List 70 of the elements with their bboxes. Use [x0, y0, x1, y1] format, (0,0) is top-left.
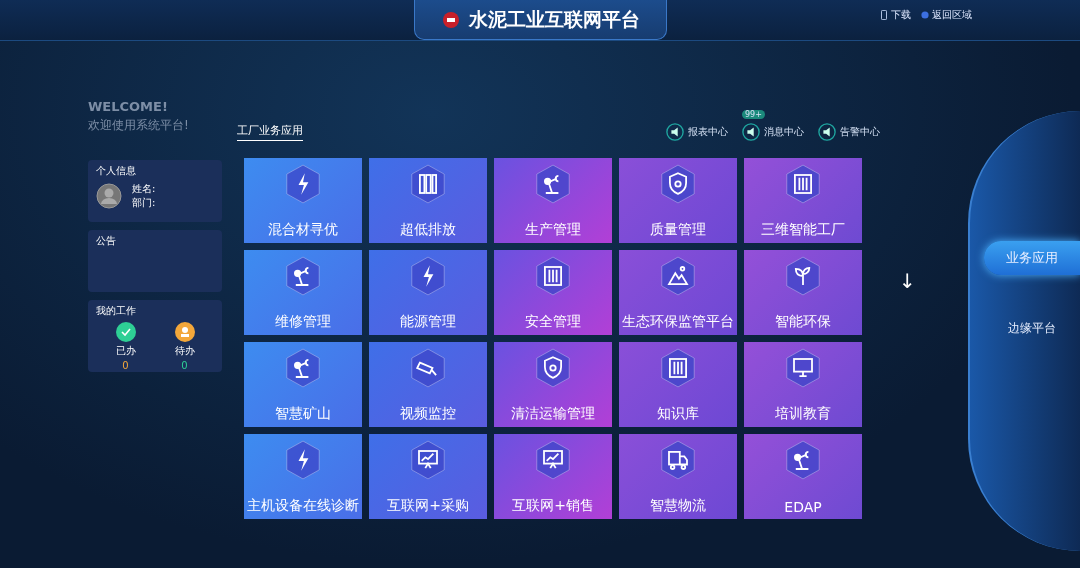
- work-count: 0: [122, 360, 129, 371]
- app-tile[interactable]: 智能环保: [744, 250, 862, 335]
- down-arrow-icon[interactable]: ↓: [899, 269, 916, 293]
- panels-icon: [410, 164, 446, 204]
- app-tile[interactable]: 视频监控: [369, 342, 487, 427]
- sprout-icon: [785, 256, 821, 296]
- megaphone-icon: [742, 123, 760, 141]
- app-tile[interactable]: 安全管理: [494, 250, 612, 335]
- lightning-icon: [410, 256, 446, 296]
- robot-arm-icon: [285, 348, 321, 388]
- sliders-icon: [535, 256, 571, 296]
- work-label: 已办: [115, 344, 136, 358]
- shield-icon: [535, 348, 571, 388]
- sliders-icon: [660, 348, 696, 388]
- app-tile[interactable]: EDAP: [744, 434, 862, 519]
- chart-board-icon: [535, 440, 571, 480]
- app-tile[interactable]: 智慧矿山: [244, 342, 362, 427]
- logo-icon: [440, 9, 461, 30]
- sliders-icon: [785, 164, 821, 204]
- app-tile[interactable]: 混合材寻优: [244, 158, 362, 243]
- card-title: 公告: [96, 234, 117, 248]
- field-label: 姓名:: [132, 182, 156, 196]
- app-tile[interactable]: 生产管理: [494, 158, 612, 243]
- app-tile[interactable]: 质量管理: [619, 158, 737, 243]
- person-icon[interactable]: [174, 322, 195, 342]
- app-tile[interactable]: 互联网+采购: [369, 434, 487, 519]
- app-tile[interactable]: 互联网+销售: [494, 434, 612, 519]
- card-title: 个人信息: [96, 164, 137, 178]
- app-tile[interactable]: 清洁运输管理: [494, 342, 612, 427]
- section-tab[interactable]: 工厂业务应用: [237, 123, 303, 141]
- side-menu-item[interactable]: 业务应用: [984, 241, 1080, 275]
- app-tile[interactable]: 智慧物流: [619, 434, 737, 519]
- chart-board-icon: [410, 440, 446, 480]
- phone-icon: [880, 10, 888, 20]
- app-tile[interactable]: 能源管理: [369, 250, 487, 335]
- avatar-icon: [96, 183, 122, 209]
- welcome-heading: WELCOME!: [88, 99, 169, 114]
- work-count: 0: [181, 360, 188, 371]
- robot-arm-icon: [535, 164, 571, 204]
- megaphone-icon: [666, 123, 684, 141]
- app-tile[interactable]: 维修管理: [244, 250, 362, 335]
- shield-icon: [660, 164, 696, 204]
- app-tile[interactable]: 生态环保监管平台: [619, 250, 737, 335]
- megaphone-icon: [818, 123, 836, 141]
- header-link[interactable]: 返回区域: [921, 8, 972, 22]
- truck-icon: [660, 440, 696, 480]
- work-label: 待办: [174, 344, 195, 358]
- app-tile[interactable]: 知识库: [619, 342, 737, 427]
- card-title: 我的工作: [96, 304, 137, 318]
- center-link[interactable]: 报表中心: [666, 123, 728, 141]
- app-tile[interactable]: 三维智能工厂: [744, 158, 862, 243]
- check-icon[interactable]: [115, 322, 136, 342]
- app-tile[interactable]: 超低排放: [369, 158, 487, 243]
- platform-title: 水泥工业互联网平台: [468, 6, 640, 32]
- robot-arm-icon: [785, 440, 821, 480]
- field-label: 部门:: [132, 196, 156, 210]
- robot-arm-icon: [285, 256, 321, 296]
- count-badge: 99+: [742, 110, 765, 119]
- app-tile[interactable]: 培训教育: [744, 342, 862, 427]
- lightning-icon: [285, 440, 321, 480]
- lightning-icon: [285, 164, 321, 204]
- welcome-subtitle: 欢迎使用系统平台!: [88, 117, 190, 134]
- circle-icon: [921, 10, 929, 20]
- monitor-icon: [785, 348, 821, 388]
- header-link[interactable]: 下载: [880, 8, 911, 22]
- app-tile[interactable]: 主机设备在线诊断: [244, 434, 362, 519]
- center-link[interactable]: 告警中心: [818, 123, 880, 141]
- landscape-icon: [660, 256, 696, 296]
- side-menu-item[interactable]: 边缘平台: [984, 311, 1080, 345]
- camera-icon: [410, 348, 446, 388]
